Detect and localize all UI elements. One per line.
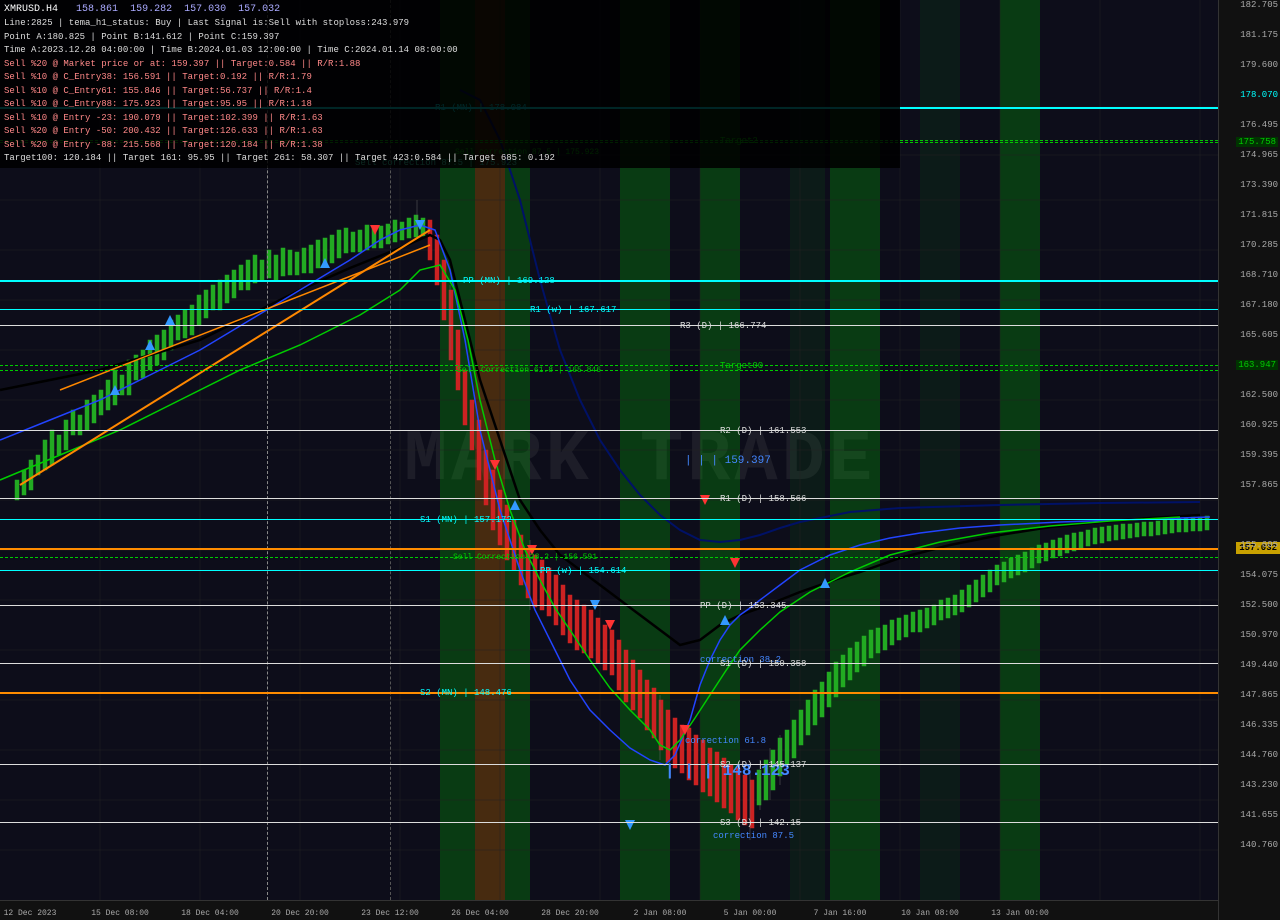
price-160: 160.925 bbox=[1240, 420, 1278, 430]
pp-mn-line bbox=[0, 280, 1218, 282]
target00-line bbox=[0, 365, 1218, 366]
price-170: 170.285 bbox=[1240, 240, 1278, 250]
pp-w-label: PP (w) | 154.614 bbox=[540, 566, 626, 576]
trend-line-1 bbox=[20, 230, 430, 485]
sell-corr-618-label: Sell Correction 61.8 | 165.846 bbox=[457, 366, 601, 375]
time-label-10: 7 Jan 16:00 bbox=[814, 909, 867, 918]
candles bbox=[15, 200, 1209, 840]
price-162: 162.500 bbox=[1240, 390, 1278, 400]
price-146: 146.335 bbox=[1240, 720, 1278, 730]
price-149: 149.440 bbox=[1240, 660, 1278, 670]
info-line9: Sell %10 @ Entry -23: 190.079 || Target:… bbox=[4, 112, 896, 126]
time-label-7: 28 Dec 20:00 bbox=[541, 909, 599, 918]
info-line7: Sell %10 @ C_Entry61: 155.846 || Target:… bbox=[4, 85, 896, 99]
price-168: 168.710 bbox=[1240, 270, 1278, 280]
price-axis: 182.705 181.175 179.600 178.070 176.495 … bbox=[1218, 0, 1280, 920]
sell-corr-618-line bbox=[0, 370, 1218, 371]
sell-corr-382-line bbox=[0, 557, 1218, 558]
high-price: 159.282 bbox=[130, 4, 172, 15]
price-181: 181.175 bbox=[1240, 30, 1278, 40]
info-line3: Point A:180.825 | Point B:141.612 | Poin… bbox=[4, 31, 896, 45]
price-175: 174.965 bbox=[1240, 150, 1278, 160]
r1-d-label: R1 (D) | 158.566 bbox=[720, 494, 806, 504]
price-150: 150.970 bbox=[1240, 630, 1278, 640]
price-173: 173.390 bbox=[1240, 180, 1278, 190]
price-175-7: 175.758 bbox=[1236, 137, 1278, 147]
time-label-2: 15 Dec 08:00 bbox=[91, 909, 149, 918]
current-price-line bbox=[0, 548, 1218, 550]
close-price: 157.032 bbox=[238, 4, 280, 15]
time-label-5: 23 Dec 12:00 bbox=[361, 909, 419, 918]
time-label-6: 26 Dec 04:00 bbox=[451, 909, 509, 918]
r2-d-line bbox=[0, 430, 1218, 431]
symbol: XMRUSD.H4 bbox=[4, 4, 58, 15]
r3-d-label: R3 (D) | 166.774 bbox=[680, 321, 766, 331]
signal-arrows-down-red bbox=[370, 225, 740, 735]
open-price: 158.861 bbox=[76, 4, 118, 15]
price-176: 176.495 bbox=[1240, 120, 1278, 130]
s3-d-line bbox=[0, 822, 1218, 823]
price-152: 152.500 bbox=[1240, 600, 1278, 610]
time-label-3: 18 Dec 04:00 bbox=[181, 909, 239, 918]
s2-d-line bbox=[0, 764, 1218, 765]
s2-mn-label: S2 (MN) | 148.476 bbox=[420, 688, 512, 698]
price-144: 144.760 bbox=[1240, 750, 1278, 760]
price-154: 154.075 bbox=[1240, 570, 1278, 580]
time-label-8: 2 Jan 08:00 bbox=[634, 909, 687, 918]
s2-d-label: S2 (D) | 145.137 bbox=[720, 760, 806, 770]
s1-d-label: S1 (D) | 150.358 bbox=[720, 659, 806, 669]
price-143: 143.230 bbox=[1240, 780, 1278, 790]
price-165: 165.605 bbox=[1240, 330, 1278, 340]
price-157-8: 157.865 bbox=[1240, 480, 1278, 490]
price-182: 182.705 bbox=[1240, 0, 1278, 10]
chart-container: MARK TRADE XMRUSD.H4 158.861 159.282 157… bbox=[0, 0, 1280, 920]
time-label-9: 5 Jan 00:00 bbox=[724, 909, 777, 918]
time-axis: 12 Dec 2023 15 Dec 08:00 18 Dec 04:00 20… bbox=[0, 900, 1218, 920]
time-label-1: 12 Dec 2023 bbox=[4, 909, 57, 918]
symbol-prices: XMRUSD.H4 158.861 159.282 157.030 157.03… bbox=[4, 2, 896, 17]
s1-mn-line bbox=[0, 519, 1218, 520]
sell-corr-382-label: Sell Correction 38.2 | 156.591 bbox=[453, 553, 597, 562]
price-147: 147.865 bbox=[1240, 690, 1278, 700]
r2-d-label: R2 (D) | 161.553 bbox=[720, 426, 806, 436]
info-line2: Line:2825 | tema_h1_status: Buy | Last S… bbox=[4, 17, 896, 31]
info-line10: Sell %20 @ Entry -50: 200.432 || Target:… bbox=[4, 125, 896, 139]
time-label-4: 20 Dec 20:00 bbox=[271, 909, 329, 918]
line-159-label: | | | 159.397 bbox=[685, 455, 771, 467]
s1-mn-label: S1 (MN) | 157.172 bbox=[420, 515, 512, 525]
pp-mn-label: PP (MN) | 169.128 bbox=[463, 276, 555, 286]
s2-mn-line bbox=[0, 692, 1218, 694]
price-167: 167.180 bbox=[1240, 300, 1278, 310]
price-171: 171.815 bbox=[1240, 210, 1278, 220]
pp-d-label: PP (D) | 153.345 bbox=[700, 601, 786, 611]
r3-d-line bbox=[0, 325, 1218, 326]
info-line12: Target100: 120.184 || Target 161: 95.95 … bbox=[4, 152, 896, 166]
price-163-9: 163.947 bbox=[1236, 360, 1278, 370]
info-line8: Sell %10 @ C_Entry88: 175.923 || Target:… bbox=[4, 98, 896, 112]
s3-d-label: S3 (D) | 142.15 bbox=[720, 818, 801, 828]
corr-618-label: correction 61.8 bbox=[685, 736, 766, 746]
corr-875-label: correction 87.5 bbox=[713, 831, 794, 841]
info-line4: Time A:2023.12.28 04:00:00 | Time B:2024… bbox=[4, 44, 896, 58]
price-140: 140.760 bbox=[1240, 840, 1278, 850]
low-price: 157.030 bbox=[184, 4, 226, 15]
price-159: 159.395 bbox=[1240, 450, 1278, 460]
info-line11: Sell %20 @ Entry -88: 215.568 || Target:… bbox=[4, 139, 896, 153]
r1-d-line bbox=[0, 498, 1218, 499]
price-178: 178.070 bbox=[1240, 90, 1278, 100]
top-info-panel: XMRUSD.H4 158.861 159.282 157.030 157.03… bbox=[0, 0, 900, 168]
price-141: 141.655 bbox=[1240, 810, 1278, 820]
time-label-11: 10 Jan 08:00 bbox=[901, 909, 959, 918]
s1-d-line bbox=[0, 663, 1218, 664]
price-179: 179.600 bbox=[1240, 60, 1278, 70]
r1-w-label: R1 (w) | 167.617 bbox=[530, 305, 616, 315]
time-label-12: 13 Jan 00:00 bbox=[991, 909, 1049, 918]
info-line6: Sell %10 @ C_Entry38: 156.591 || Target:… bbox=[4, 71, 896, 85]
info-line5: Sell %20 @ Market price or at: 159.397 |… bbox=[4, 58, 896, 72]
pp-d-line bbox=[0, 605, 1218, 606]
price-155: 155.605 bbox=[1240, 540, 1278, 550]
target00-label: Target00 bbox=[720, 361, 763, 371]
